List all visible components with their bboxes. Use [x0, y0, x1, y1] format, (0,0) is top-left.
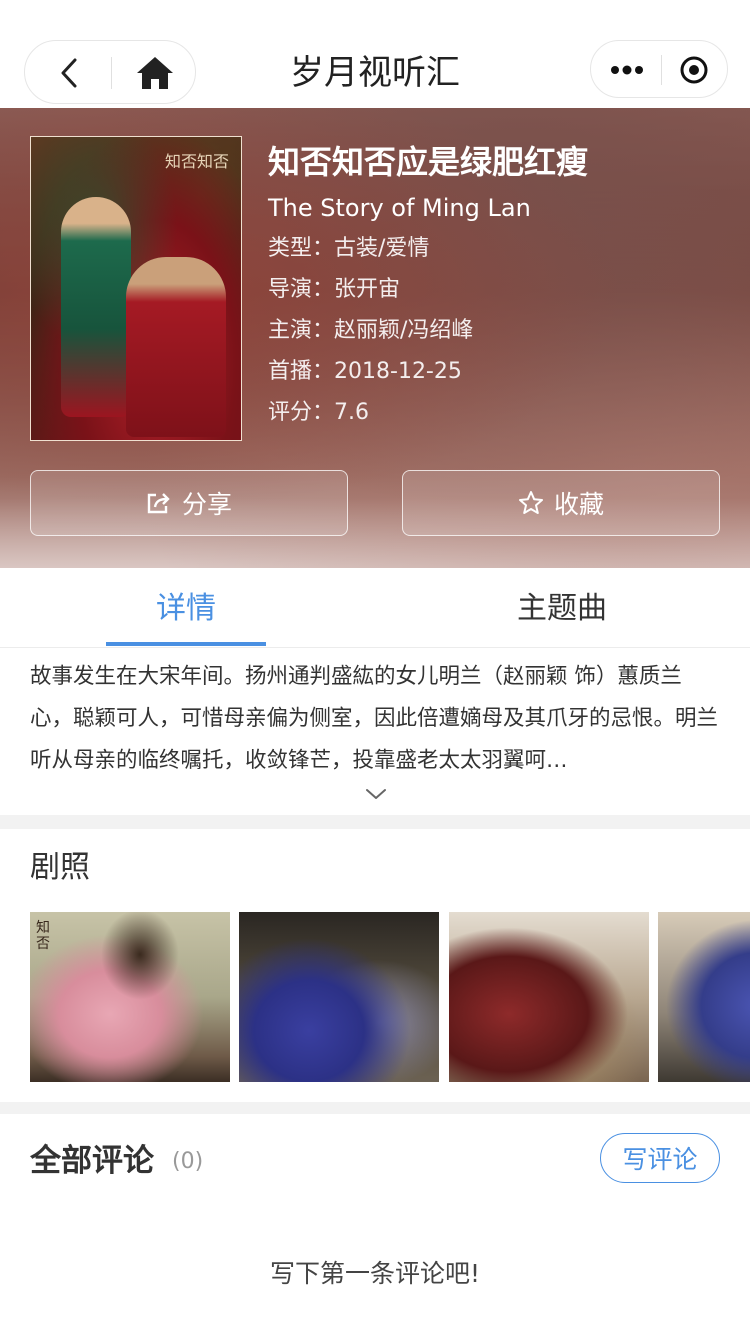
more-dots-icon: [611, 65, 643, 75]
nav-capsule-left: [24, 40, 196, 104]
share-button[interactable]: 分享: [30, 470, 348, 536]
tab-theme-song[interactable]: 主题曲: [482, 586, 642, 632]
empty-comments-tip: 写下第一条评论吧!: [269, 1259, 481, 1288]
synopsis-text: 故事发生在大宋年间。扬州通判盛紘的女儿明兰（赵丽颖 饰）蕙质兰心，聪颖可人，可惜…: [30, 664, 719, 773]
show-header: 知否知否 知否知否应是绿肥红瘦 The Story of Ming Lan 类型…: [0, 108, 750, 568]
favorite-label: 收藏: [553, 490, 604, 519]
rating-value: 7.6: [334, 400, 370, 425]
back-button[interactable]: [51, 55, 87, 91]
genre-row: 类型：古装/爱情: [268, 228, 728, 269]
director-value: 张开宙: [334, 277, 401, 302]
cast-label: 主演：: [268, 318, 335, 343]
premiere-label: 首播：: [268, 359, 335, 384]
page-title: 岁月视听汇: [290, 53, 460, 93]
show-title-cn: 知否知否应是绿肥红瘦: [268, 143, 589, 181]
premiere-row: 首播：2018-12-25: [268, 351, 728, 392]
genre-label: 类型：: [268, 236, 335, 261]
share-icon: [146, 490, 172, 516]
write-comment-button[interactable]: 写评论: [600, 1133, 720, 1183]
poster-figure: [126, 257, 226, 437]
show-poster: 知否知否: [30, 136, 242, 441]
still-image[interactable]: [449, 912, 649, 1082]
target-icon: [680, 56, 708, 84]
expand-synopsis-button[interactable]: [363, 784, 389, 804]
navigation-bar: 岁月视听汇: [0, 0, 750, 108]
show-title-en: The Story of Ming Lan: [268, 194, 531, 222]
cast-value: 赵丽颖/冯绍峰: [334, 318, 474, 343]
rating-row: 评分：7.6: [268, 392, 728, 433]
share-label: 分享: [181, 490, 232, 519]
still-caption-art: 知否: [36, 920, 50, 952]
section-divider: [0, 1102, 750, 1114]
still-image[interactable]: [239, 912, 439, 1082]
still-image[interactable]: [658, 912, 750, 1082]
stills-title: 剧照: [30, 850, 90, 885]
capsule-divider: [661, 55, 662, 85]
comments-title: 全部评论: [30, 1143, 154, 1179]
chevron-down-icon: [366, 789, 386, 799]
active-tab-indicator: [106, 642, 266, 646]
chevron-left-icon: [61, 58, 77, 88]
director-row: 导演：张开宙: [268, 269, 728, 310]
poster-title-art: 知否知否: [164, 152, 229, 171]
capsule-divider: [111, 57, 112, 89]
close-miniprogram-button[interactable]: [677, 53, 711, 87]
tab-detail[interactable]: 详情: [106, 586, 266, 632]
comments-count: (0): [172, 1149, 204, 1174]
more-button[interactable]: [607, 55, 647, 85]
show-info: 知否知否应是绿肥红瘦 The Story of Ming Lan 类型：古装/爱…: [268, 138, 728, 433]
star-icon: [518, 490, 544, 516]
home-icon: [137, 57, 173, 89]
home-button[interactable]: [133, 53, 177, 93]
section-divider: [0, 815, 750, 829]
nav-capsule-right: [590, 40, 728, 98]
genre-value: 古装/爱情: [334, 236, 430, 261]
director-label: 导演：: [268, 277, 335, 302]
rating-label: 评分：: [268, 400, 335, 425]
favorite-button[interactable]: 收藏: [402, 470, 720, 536]
cast-row: 主演：赵丽颖/冯绍峰: [268, 310, 728, 351]
tab-bar: 详情 主题曲: [0, 568, 750, 648]
still-image[interactable]: 知否: [30, 912, 230, 1082]
premiere-value: 2018-12-25: [334, 359, 462, 384]
poster-figure: [61, 197, 131, 417]
stills-gallery[interactable]: 知否: [30, 912, 750, 1082]
